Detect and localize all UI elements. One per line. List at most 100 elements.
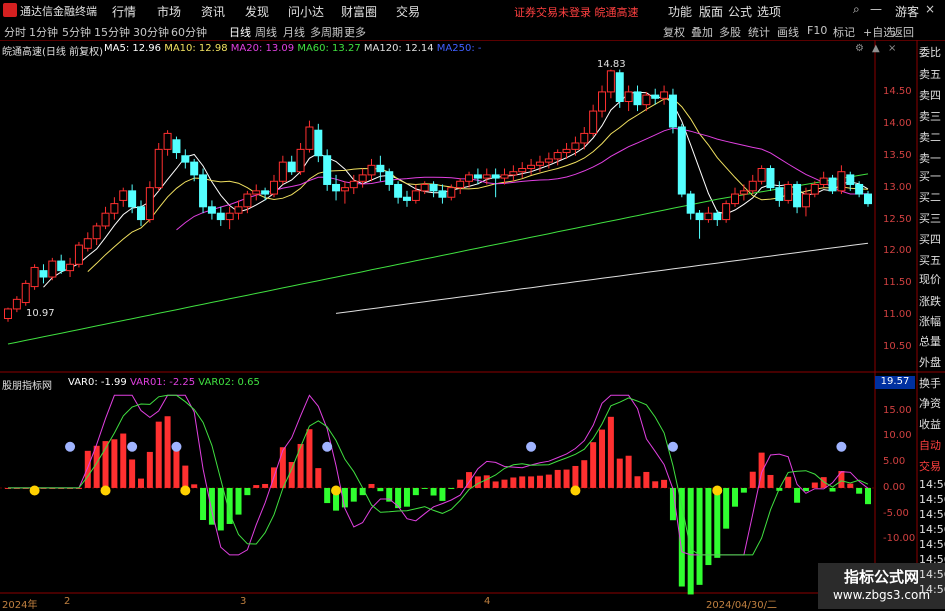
high-price-label: 14.83	[597, 59, 626, 70]
toolbar-button-7[interactable]: +自选	[863, 24, 894, 40]
histogram-bar-24	[217, 487, 224, 531]
candle-body-87	[775, 187, 784, 201]
candle-body-56	[500, 174, 509, 179]
search-icon[interactable]: ⌕	[853, 2, 860, 17]
histogram-bar-55	[492, 481, 499, 488]
menu-item-4[interactable]: 问小达	[288, 3, 324, 20]
candle-body-22	[199, 174, 208, 208]
period-tab-6[interactable]: 日线	[229, 24, 251, 40]
candle-body-35	[314, 129, 323, 157]
menu-right-3[interactable]: 选项	[757, 3, 781, 20]
candle-body-85	[757, 168, 766, 182]
side-label-17: 净资	[919, 397, 941, 410]
histogram-bar-29	[262, 483, 269, 488]
indicator-axis-label-2: 5.00	[883, 456, 906, 468]
menu-right-2[interactable]: 公式	[728, 3, 752, 20]
toolbar-button-4[interactable]: 画线	[777, 24, 799, 40]
smile-icon-4	[570, 485, 581, 496]
candle-body-61	[544, 158, 553, 163]
candle-body-31	[278, 161, 287, 182]
menu-bar: 通达信金融终端	[0, 0, 945, 22]
var-label-0: VAR0: -1.99	[68, 377, 130, 388]
menu-item-1[interactable]: 市场	[157, 3, 181, 20]
period-tab-9[interactable]: 多周期	[310, 24, 343, 40]
period-tab-4[interactable]: 30分钟	[133, 24, 169, 40]
candle-body-3	[30, 266, 39, 288]
toolbar-button-5[interactable]: F10	[807, 24, 827, 37]
period-tab-10[interactable]: 更多	[344, 24, 366, 40]
period-tab-1[interactable]: 1分钟	[29, 24, 58, 40]
period-tab-2[interactable]: 5分钟	[62, 24, 91, 40]
side-label-10: 买五	[919, 254, 941, 267]
side-label-3: 卖三	[919, 110, 941, 123]
settings-icon[interactable]: ⚙	[855, 43, 864, 54]
candle-body-77	[686, 193, 695, 214]
histogram-bar-67	[599, 429, 606, 488]
candle-body-45	[402, 196, 411, 201]
candle-body-41	[367, 164, 376, 176]
candle-body-10	[92, 225, 101, 240]
menu-item-3[interactable]: 发现	[245, 3, 269, 20]
frown-icon-10	[526, 441, 537, 452]
toolbar-button-6[interactable]: 标记	[833, 24, 855, 40]
histogram-bar-48	[430, 487, 437, 496]
histogram-bar-54	[483, 475, 490, 488]
side-label-15: 外盘	[919, 356, 941, 369]
indicator-name[interactable]: 股朋指标网	[2, 377, 52, 392]
menu-item-0[interactable]: 行情	[112, 3, 136, 20]
histogram-bar-58	[519, 476, 526, 488]
indicator-axis-label-1: 10.00	[883, 430, 912, 442]
toolbar-button-3[interactable]: 统计	[748, 24, 770, 40]
side-label-12: 涨跌	[919, 295, 941, 308]
minimize-icon[interactable]: —	[870, 2, 882, 16]
histogram-bar-31	[279, 447, 286, 488]
histogram-bar-86	[767, 474, 774, 488]
candle-body-71	[633, 91, 642, 106]
histogram-bar-22	[200, 487, 207, 521]
period-tab-5[interactable]: 60分钟	[171, 24, 207, 40]
histogram-bar-45	[403, 487, 410, 507]
candle-body-78	[695, 212, 704, 221]
histogram-bar-28	[253, 485, 260, 488]
toolbar-button-2[interactable]: 多股	[719, 24, 741, 40]
period-tab-3[interactable]: 15分钟	[94, 24, 130, 40]
histogram-bar-83	[740, 487, 747, 493]
frown-icon-7	[127, 441, 138, 452]
collapse-icon[interactable]: ▲	[872, 43, 880, 54]
menu-right-0[interactable]: 功能	[668, 3, 692, 20]
candle-body-50	[447, 187, 456, 198]
close-chart-icon[interactable]: ×	[888, 43, 896, 54]
side-label-0: 委比	[919, 46, 941, 59]
period-tab-7[interactable]: 周线	[255, 24, 277, 40]
histogram-bar-35	[315, 468, 322, 488]
menu-item-2[interactable]: 资讯	[201, 3, 225, 20]
menu-item-5[interactable]: 财富圈	[341, 3, 377, 20]
time-label-3: 14:56	[919, 523, 945, 536]
candle-body-97	[864, 193, 872, 205]
side-label-7: 买二	[919, 191, 941, 204]
frown-icon-12	[836, 441, 847, 452]
candle-body-57	[509, 171, 518, 176]
histogram-bar-62	[554, 469, 561, 488]
menu-right-1[interactable]: 版面	[699, 3, 723, 20]
histogram-bar-20	[182, 465, 189, 488]
toolbar-button-1[interactable]: 叠加	[691, 24, 713, 40]
close-icon[interactable]: ×	[925, 2, 935, 16]
menu-item-6[interactable]: 交易	[396, 3, 420, 20]
period-tab-0[interactable]: 分时	[4, 24, 26, 40]
histogram-bar-66	[590, 442, 597, 488]
time-label-0: 14:56	[919, 478, 945, 491]
period-tab-8[interactable]: 月线	[283, 24, 305, 40]
histogram-bar-97	[865, 487, 871, 505]
toolbar-button-0[interactable]: 复权	[663, 24, 685, 40]
candle-body-92	[819, 177, 828, 185]
histogram-bar-95	[847, 483, 854, 488]
histogram-bar-57	[510, 477, 517, 488]
histogram-bar-49	[439, 487, 446, 501]
ma120-line	[335, 242, 869, 314]
kline-chart[interactable]	[0, 40, 945, 609]
candle-body-28	[252, 190, 261, 195]
guest-label[interactable]: 游客	[895, 3, 919, 20]
toolbar-button-8[interactable]: 返回	[892, 24, 914, 40]
histogram-bar-14	[129, 459, 136, 488]
